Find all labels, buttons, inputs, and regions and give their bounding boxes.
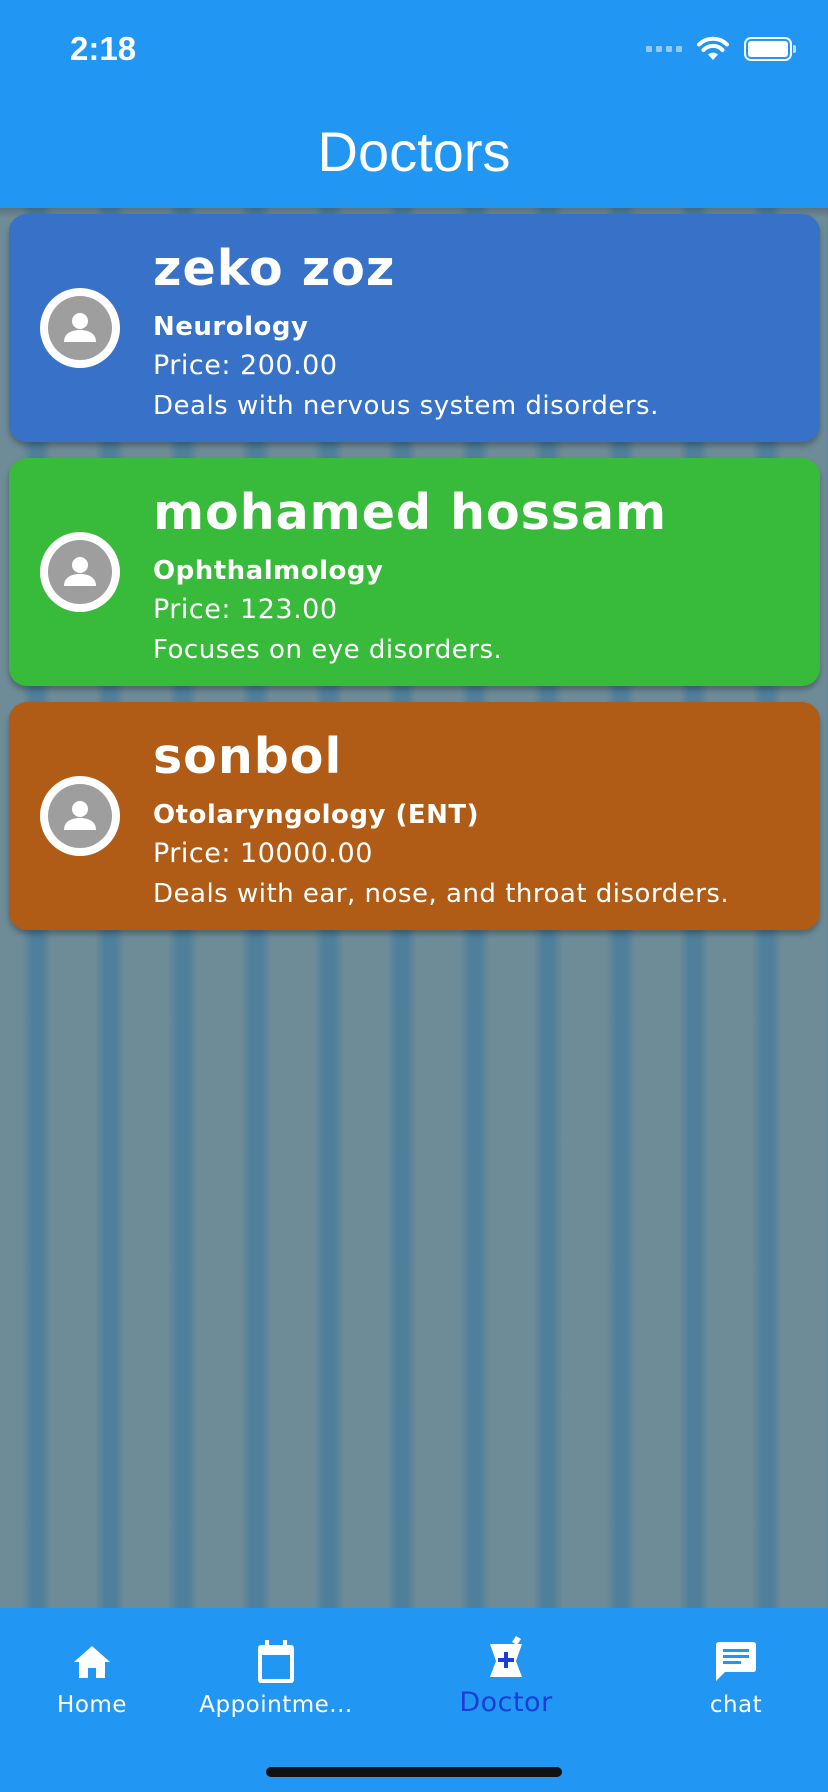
- doctor-price: Price: 123.00: [153, 594, 338, 625]
- doctor-description: Focuses on eye disorders.: [153, 635, 503, 665]
- doctor-price: Price: 200.00: [153, 350, 338, 381]
- doctor-specialty: Neurology: [153, 312, 309, 342]
- doctor-description: Deals with nervous system disorders.: [153, 391, 659, 421]
- chat-icon: [714, 1640, 758, 1684]
- doctor-name: mohamed hossam: [153, 484, 668, 541]
- doctor-card[interactable]: mohamed hossam Ophthalmology Price: 123.…: [9, 458, 820, 686]
- status-time: 2:18: [70, 30, 137, 67]
- home-icon: [70, 1640, 114, 1684]
- nav-label: Doctor: [459, 1687, 553, 1718]
- wifi-icon: [697, 36, 729, 60]
- doctor-list[interactable]: zeko zoz Neurology Price: 200.00 Deals w…: [0, 208, 828, 1608]
- calendar-icon: [254, 1640, 298, 1684]
- person-icon: [64, 801, 96, 830]
- medical-kit-icon: [484, 1635, 528, 1679]
- nav-item-home[interactable]: Home: [42, 1608, 142, 1718]
- person-icon: [64, 313, 96, 342]
- doctor-name: zeko zoz: [153, 240, 396, 297]
- cellular-signal-icon: [646, 46, 682, 52]
- battery-icon: [744, 37, 796, 61]
- avatar: [40, 532, 120, 612]
- doctor-specialty: Otolaryngology (ENT): [153, 800, 480, 830]
- nav-label: Home: [57, 1692, 127, 1718]
- person-icon: [64, 557, 96, 586]
- doctor-price: Price: 10000.00: [153, 838, 373, 869]
- nav-item-doctor[interactable]: Doctor: [446, 1608, 566, 1718]
- doctor-name: sonbol: [153, 728, 343, 785]
- page-title: Doctors: [317, 119, 511, 183]
- nav-item-chat[interactable]: chat: [686, 1608, 786, 1718]
- app-bar: Doctors: [0, 100, 828, 208]
- avatar: [40, 776, 120, 856]
- status-icons: [646, 36, 796, 62]
- nav-item-appointments[interactable]: Appointme...: [196, 1608, 356, 1718]
- doctor-specialty: Ophthalmology: [153, 556, 384, 586]
- avatar: [40, 288, 120, 368]
- doctor-description: Deals with ear, nose, and throat disorde…: [153, 879, 730, 909]
- nav-label: Appointme...: [199, 1692, 353, 1718]
- nav-label: chat: [709, 1692, 763, 1718]
- doctor-card[interactable]: sonbol Otolaryngology (ENT) Price: 10000…: [9, 702, 820, 930]
- home-indicator: [266, 1767, 562, 1777]
- doctor-card[interactable]: zeko zoz Neurology Price: 200.00 Deals w…: [9, 214, 820, 442]
- status-bar: 2:18: [0, 0, 828, 100]
- bottom-nav: Home Appointme... Doctor chat: [0, 1608, 828, 1792]
